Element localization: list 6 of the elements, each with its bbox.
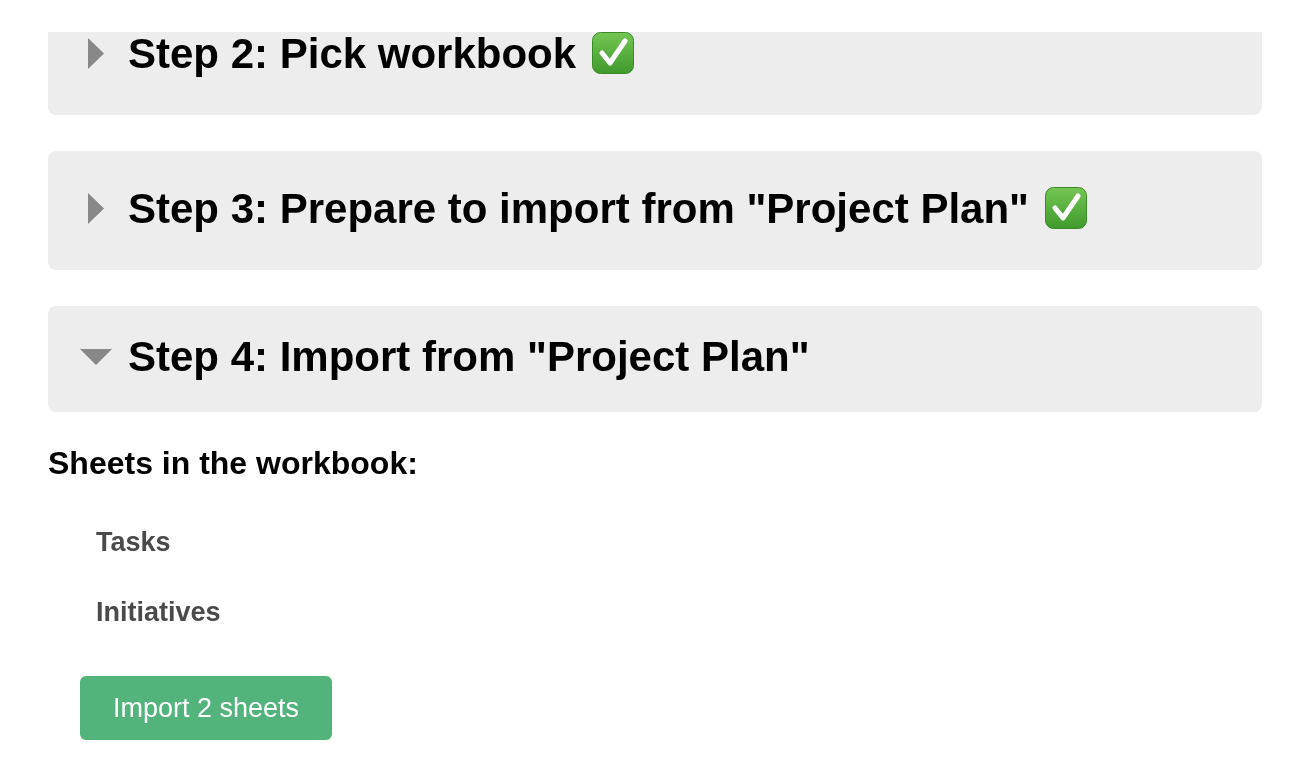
section-heading: Sheets in the workbook: — [48, 444, 418, 483]
sheet-name: Tasks — [96, 526, 171, 559]
accordion-header[interactable]: Step 3: Prepare to import from "Project Plan" — [48, 151, 1262, 270]
accordion-header[interactable]: Step 2: Pick workbook — [48, 32, 1262, 115]
sheet-name: Initiatives — [96, 596, 221, 629]
accordion-header[interactable]: Step 4: Import from "Project Plan" — [48, 306, 1262, 412]
